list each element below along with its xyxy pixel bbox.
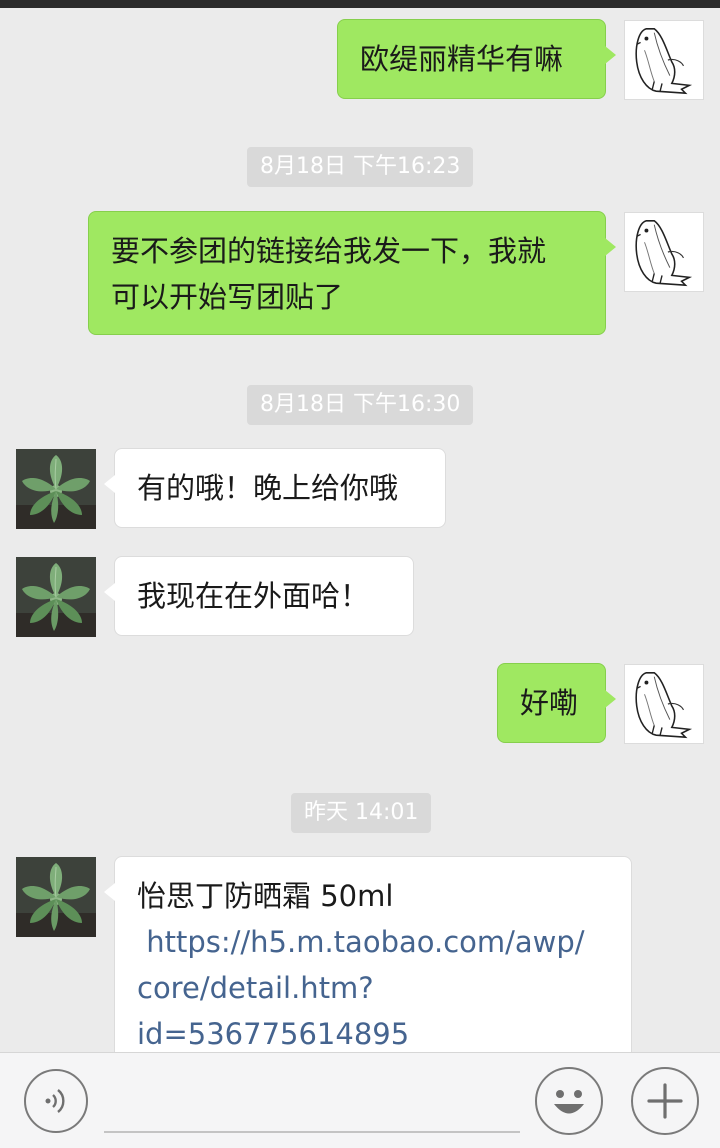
voice-button[interactable]	[24, 1069, 88, 1133]
message-text-line: 要不参团的链接给我发一下，我就	[111, 234, 547, 268]
contact-avatar[interactable]	[16, 449, 96, 529]
message-text: 我现在在外面哈！	[137, 579, 370, 613]
message-link[interactable]: id=536775614895	[137, 1011, 609, 1052]
smiley-icon	[554, 1090, 584, 1114]
message-text-line: 可以开始写团贴了	[111, 280, 344, 314]
chat-area[interactable]: 欧缇丽精华有嘛 8月18日 下午16:23 要不参团的链接给我发一下，我就 可以…	[0, 8, 720, 1052]
fish-sketch-icon	[625, 21, 703, 99]
succulent-plant-icon	[16, 557, 96, 637]
succulent-plant-icon	[16, 449, 96, 529]
received-link-message-bubble[interactable]: 怡思丁防晒霜 50ml https://h5.m.taobao.com/awp/…	[104, 856, 632, 1052]
timestamp: 昨天 14:01	[291, 793, 432, 833]
self-avatar[interactable]	[624, 20, 704, 100]
self-avatar[interactable]	[624, 212, 704, 292]
sent-message-bubble[interactable]: 欧缇丽精华有嘛	[337, 19, 616, 99]
timestamp: 8月18日 下午16:23	[247, 147, 474, 187]
emoji-button[interactable]	[535, 1067, 603, 1135]
more-button[interactable]	[631, 1067, 699, 1135]
fish-sketch-icon	[625, 213, 703, 291]
contact-avatar[interactable]	[16, 857, 96, 937]
sent-message-bubble[interactable]: 要不参团的链接给我发一下，我就 可以开始写团贴了	[88, 211, 616, 335]
received-message-bubble[interactable]: 我现在在外面哈！	[104, 556, 414, 636]
message-text: 好嘞	[520, 686, 579, 720]
plus-icon	[647, 1083, 683, 1119]
received-message-bubble[interactable]: 有的哦！晚上给你哦	[104, 448, 446, 528]
self-avatar[interactable]	[624, 664, 704, 744]
voice-icon	[45, 1089, 65, 1113]
message-link[interactable]: https://h5.m.taobao.com/awp/	[137, 919, 609, 965]
status-bar	[0, 0, 720, 8]
succulent-plant-icon	[16, 857, 96, 937]
message-text: 有的哦！晚上给你哦	[137, 471, 399, 505]
input-bar	[0, 1052, 720, 1148]
message-text: 欧缇丽精华有嘛	[360, 42, 564, 76]
message-text-line: 怡思丁防晒霜 50ml	[137, 879, 394, 913]
contact-avatar[interactable]	[16, 557, 96, 637]
timestamp: 8月18日 下午16:30	[247, 385, 474, 425]
input-underline	[104, 1131, 520, 1133]
fish-sketch-icon	[625, 665, 703, 743]
sent-message-bubble[interactable]: 好嘞	[497, 663, 616, 743]
message-input[interactable]	[104, 1063, 520, 1129]
message-link[interactable]: core/detail.htm?	[137, 965, 609, 1011]
